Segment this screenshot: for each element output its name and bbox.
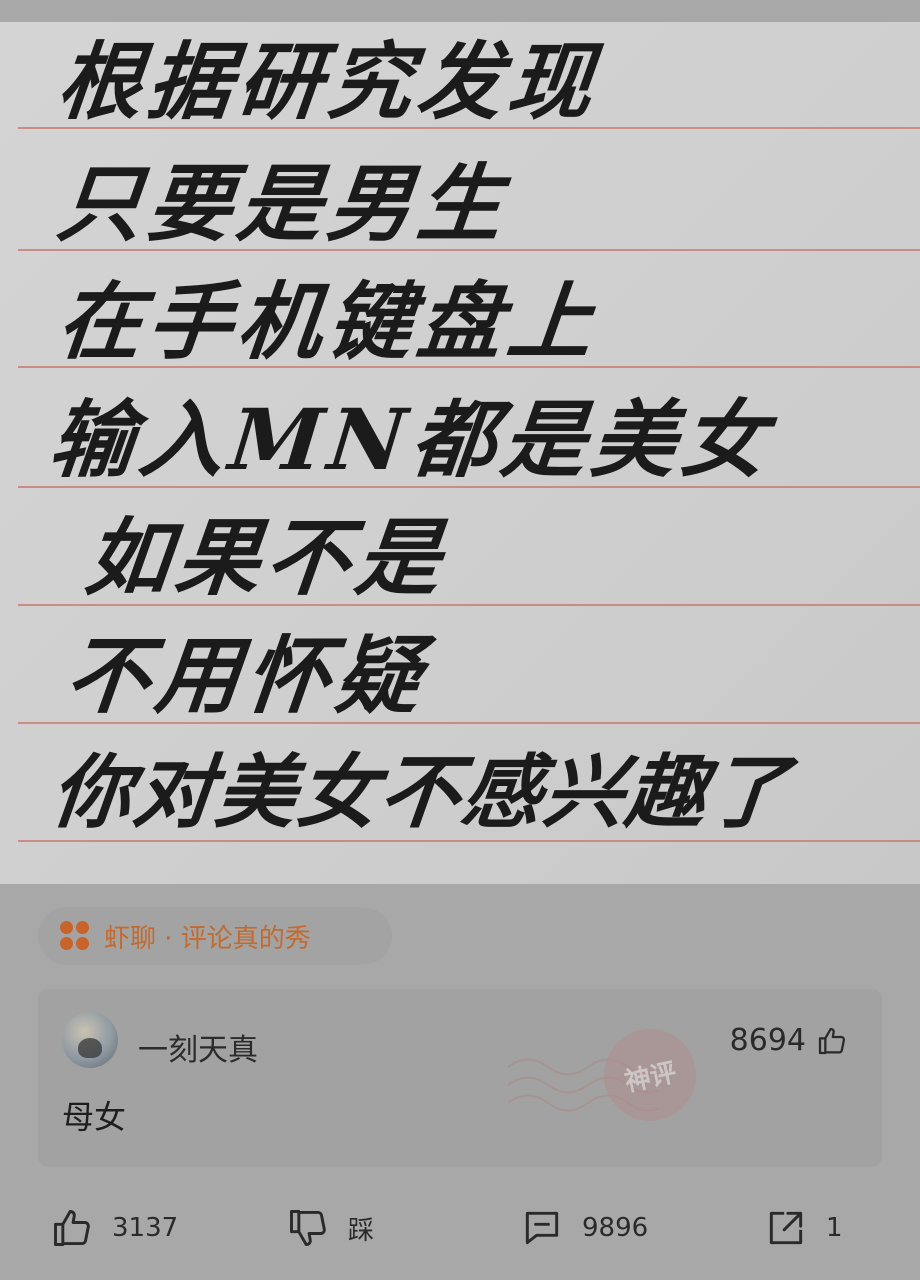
- thumbs-up-icon: [54, 1210, 90, 1246]
- note-line: 只要是男生: [52, 154, 514, 253]
- stamp-label: 神评: [621, 1057, 680, 1098]
- topic-tag[interactable]: 虾聊 · 评论真的秀: [38, 907, 392, 965]
- comment-count: 9896: [582, 1213, 649, 1243]
- action-bar: 3137 踩 9896 1: [0, 1196, 920, 1260]
- like-button[interactable]: 3137: [50, 1196, 178, 1260]
- share-button[interactable]: 1: [764, 1196, 843, 1260]
- dislike-label: 踩: [348, 1215, 375, 1246]
- thumbs-down-icon: [290, 1210, 326, 1246]
- comment-bubble-icon: [525, 1211, 559, 1245]
- note-line: 在手机键盘上: [52, 272, 604, 371]
- featured-comment[interactable]: 神评 一刻天真 8694 母女: [38, 989, 882, 1167]
- comment-like-button[interactable]: 8694: [730, 1023, 848, 1058]
- post-image[interactable]: 根据研究发现 只要是男生 在手机键盘上 输入MN都是美女 如果不是 不用怀疑 你…: [0, 22, 920, 884]
- comment-like-count: 8694: [729, 1023, 806, 1058]
- share-count: 1: [826, 1213, 843, 1243]
- thumbs-up-icon: [818, 1027, 846, 1054]
- note-line: 如果不是: [80, 508, 452, 607]
- note-line: 你对美女不感兴趣了: [47, 745, 795, 839]
- comment-username[interactable]: 一刻天真: [138, 1025, 258, 1069]
- note-line: 不用怀疑: [60, 626, 432, 725]
- avatar[interactable]: [62, 1012, 118, 1068]
- note-line: 输入MN都是美女: [44, 390, 778, 489]
- topic-dots-icon: [60, 921, 90, 951]
- ruled-line: [18, 840, 920, 842]
- like-count: 3137: [112, 1213, 179, 1243]
- comment-button[interactable]: 9896: [520, 1196, 648, 1260]
- topic-label: 虾聊 · 评论真的秀: [104, 923, 311, 954]
- share-icon: [769, 1211, 803, 1245]
- dislike-button[interactable]: 踩: [286, 1196, 374, 1260]
- note-line: 根据研究发现: [52, 32, 604, 131]
- comment-text: 母女: [62, 1098, 127, 1136]
- post-screen: 根据研究发现 只要是男生 在手机键盘上 输入MN都是美女 如果不是 不用怀疑 你…: [0, 0, 920, 1280]
